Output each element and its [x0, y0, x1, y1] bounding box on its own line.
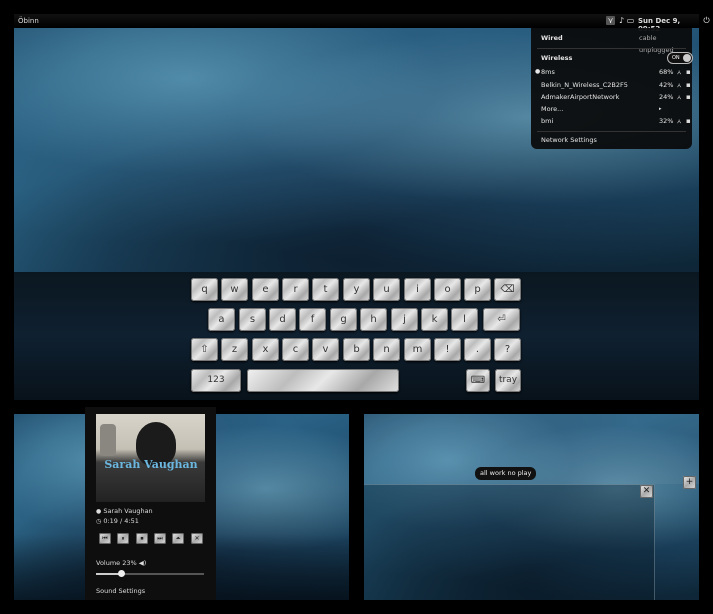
key-f[interactable]: f: [299, 308, 326, 331]
track-time: 0:19 / 4:51: [103, 517, 139, 525]
key-backspace[interactable]: ⌫: [494, 278, 521, 301]
speaker-icon: ◀): [138, 559, 147, 567]
key-numbers[interactable]: 123: [191, 369, 241, 392]
lock-icon: ▪: [686, 117, 691, 125]
wireless-row: Wireless ON: [541, 52, 693, 64]
key-j[interactable]: j: [391, 308, 418, 331]
music-icon[interactable]: ♪: [617, 16, 626, 25]
pause-button[interactable]: ⏸: [117, 533, 129, 544]
divider: [537, 131, 686, 132]
stop-button[interactable]: ⏹: [136, 533, 148, 544]
time-row: ◷ 0:19 / 4:51: [96, 517, 139, 525]
key-h[interactable]: h: [360, 308, 387, 331]
key-w[interactable]: w: [221, 278, 248, 301]
battery-icon[interactable]: ▭: [626, 16, 635, 25]
key-c[interactable]: c: [282, 338, 309, 361]
close-player-button[interactable]: ✕: [191, 533, 203, 544]
key-d[interactable]: d: [269, 308, 296, 331]
wifi-signal-icon: ⩑: [677, 81, 682, 89]
key-e[interactable]: e: [252, 278, 279, 301]
wifi-signal-icon: ⩑: [677, 117, 682, 125]
key-i[interactable]: i: [404, 278, 431, 301]
key-q[interactable]: q: [191, 278, 218, 301]
top-panel: Öbinn ⋎ ♪ ▭ Sun Dec 9, 09:52 ⏻: [14, 14, 710, 33]
key-a[interactable]: a: [208, 308, 235, 331]
key-t[interactable]: t: [312, 278, 339, 301]
media-player-menu: Sarah Vaughan ● Sarah Vaughan ◷ 0:19 / 4…: [85, 407, 216, 600]
wired-label: Wired: [541, 34, 563, 42]
artist-row: ● Sarah Vaughan: [96, 507, 153, 515]
key-enter[interactable]: ⏎: [483, 308, 520, 331]
volume-slider[interactable]: [96, 570, 204, 577]
key-k[interactable]: k: [421, 308, 448, 331]
key-n[interactable]: n: [373, 338, 400, 361]
volume-label: Volume 23%: [96, 559, 137, 567]
key-u[interactable]: u: [373, 278, 400, 301]
network-menu: Wired cable unplugged Wireless ON ● 8ms …: [531, 28, 693, 149]
network-item[interactable]: ● 8ms 68% ⩑ ▪: [535, 66, 691, 78]
workspace-tooltip: all work no play: [475, 467, 537, 480]
key-tray[interactable]: tray: [495, 369, 521, 392]
album-title-text: Sarah Vaughan: [104, 458, 198, 471]
volume-knob[interactable]: [117, 570, 125, 577]
key-shift[interactable]: ⇧: [191, 338, 218, 361]
key-r[interactable]: r: [282, 278, 309, 301]
wired-row[interactable]: Wired cable unplugged: [541, 32, 686, 54]
close-workspace-button[interactable]: ✕: [640, 485, 653, 498]
wifi-signal-icon: ⩑: [677, 68, 682, 76]
sound-settings-item[interactable]: Sound Settings: [96, 587, 145, 595]
wifi-signal-icon: ⩑: [677, 93, 682, 101]
lock-icon: ▪: [686, 68, 691, 76]
keyboard-hide-icon[interactable]: ⌨: [466, 369, 490, 392]
key-question[interactable]: ?: [494, 338, 521, 361]
toggle-knob: [683, 54, 691, 62]
key-g[interactable]: g: [330, 308, 357, 331]
eject-button[interactable]: ⏶: [172, 533, 184, 544]
key-l[interactable]: l: [451, 308, 478, 331]
lock-icon: ▪: [686, 81, 691, 89]
album-art-saxophone: [100, 424, 116, 456]
arrow-right-icon: ▸: [659, 106, 662, 112]
network-item[interactable]: bmi 32% ⩑ ▪: [541, 115, 691, 127]
workspace-thumbnail[interactable]: [364, 484, 655, 600]
key-b[interactable]: b: [343, 338, 370, 361]
artist-name: Sarah Vaughan: [103, 507, 153, 515]
key-s[interactable]: s: [239, 308, 266, 331]
key-p[interactable]: p: [464, 278, 491, 301]
key-m[interactable]: m: [404, 338, 431, 361]
clock-icon: ◷: [96, 518, 102, 525]
more-networks-item[interactable]: More... ▸: [541, 103, 686, 115]
key-v[interactable]: v: [312, 338, 339, 361]
key-space[interactable]: [247, 369, 399, 392]
key-y[interactable]: y: [343, 278, 370, 301]
key-x[interactable]: x: [252, 338, 279, 361]
on-screen-keyboard: q w e r t y u i o p ⌫ a s d f g h j k l …: [14, 272, 699, 400]
add-workspace-button[interactable]: +: [683, 476, 696, 489]
key-exclamation[interactable]: !: [434, 338, 461, 361]
network-item[interactable]: AdmakerAirportNetwork 24% ⩑ ▪: [541, 91, 691, 103]
activities-label[interactable]: Öbinn: [18, 17, 39, 25]
network-item[interactable]: Belkin_N_Wireless_C2B2F5 42% ⩑ ▪: [541, 79, 691, 91]
person-icon: ●: [96, 508, 102, 515]
power-icon[interactable]: ⏻: [702, 16, 711, 25]
volume-row: Volume 23% ◀): [96, 559, 146, 567]
wireless-toggle[interactable]: ON: [667, 52, 693, 64]
active-dot-icon: ●: [535, 68, 541, 75]
key-z[interactable]: z: [221, 338, 248, 361]
next-button[interactable]: ⏭: [154, 533, 166, 544]
wireless-label: Wireless: [541, 54, 573, 62]
album-art: Sarah Vaughan: [96, 414, 205, 502]
lock-icon: ▪: [686, 93, 691, 101]
desktop-wallpaper-bottom-right: [364, 414, 699, 600]
divider: [537, 48, 686, 49]
key-period[interactable]: .: [464, 338, 491, 361]
previous-button[interactable]: ⏮: [99, 533, 111, 544]
network-icon[interactable]: ⋎: [606, 16, 615, 25]
key-o[interactable]: o: [434, 278, 461, 301]
network-settings-item[interactable]: Network Settings: [541, 134, 686, 146]
